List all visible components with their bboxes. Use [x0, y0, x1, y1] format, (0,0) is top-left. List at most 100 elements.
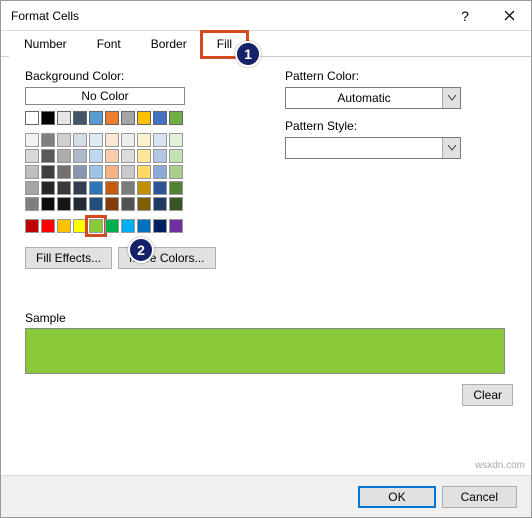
close-button[interactable]	[487, 1, 531, 31]
color-swatch[interactable]	[73, 111, 87, 125]
color-swatch[interactable]	[169, 197, 183, 211]
color-swatch[interactable]	[41, 197, 55, 211]
color-swatch[interactable]	[121, 149, 135, 163]
color-swatch[interactable]	[73, 181, 87, 195]
color-swatch[interactable]	[121, 181, 135, 195]
pattern-section: Pattern Color: Automatic Pattern Style:	[285, 69, 513, 269]
fill-panel: Background Color: No Color 2 Fill Effect…	[1, 57, 531, 269]
titlebar: Format Cells ?	[1, 1, 531, 31]
watermark: wsxdn.com	[475, 460, 525, 471]
color-swatch[interactable]	[121, 165, 135, 179]
color-swatch[interactable]	[105, 181, 119, 195]
color-swatch[interactable]	[105, 111, 119, 125]
chevron-down-icon	[442, 88, 460, 108]
color-swatch[interactable]	[25, 133, 39, 147]
color-swatch[interactable]	[169, 133, 183, 147]
color-swatch[interactable]	[57, 149, 71, 163]
color-swatch[interactable]	[89, 111, 103, 125]
badge-1: 1	[235, 41, 261, 67]
color-swatch[interactable]	[153, 219, 167, 233]
dialog-title: Format Cells	[11, 9, 443, 23]
pattern-style-dropdown[interactable]	[285, 137, 461, 159]
color-swatch[interactable]	[89, 165, 103, 179]
color-swatch[interactable]	[89, 181, 103, 195]
color-swatch[interactable]	[121, 197, 135, 211]
cancel-button[interactable]: Cancel	[442, 486, 517, 508]
color-swatch[interactable]	[153, 149, 167, 163]
color-swatch[interactable]	[169, 111, 183, 125]
color-swatch[interactable]	[153, 165, 167, 179]
color-swatch[interactable]	[25, 197, 39, 211]
color-swatch[interactable]	[105, 133, 119, 147]
color-swatch[interactable]	[105, 219, 119, 233]
color-swatch[interactable]	[153, 197, 167, 211]
color-swatch[interactable]	[169, 149, 183, 163]
color-swatch[interactable]	[73, 165, 87, 179]
color-swatch[interactable]	[89, 149, 103, 163]
color-swatch[interactable]	[137, 149, 151, 163]
color-swatch[interactable]	[153, 111, 167, 125]
color-swatch[interactable]	[153, 181, 167, 195]
sample-preview	[25, 328, 505, 374]
fill-effects-button[interactable]: Fill Effects...	[25, 247, 112, 269]
color-swatch[interactable]	[153, 133, 167, 147]
tab-border[interactable]: Border	[136, 32, 202, 57]
color-swatch[interactable]	[57, 181, 71, 195]
no-color-button[interactable]: No Color	[25, 87, 185, 105]
color-swatch[interactable]	[121, 111, 135, 125]
color-swatch[interactable]	[41, 165, 55, 179]
color-swatch[interactable]	[57, 197, 71, 211]
color-swatch[interactable]	[73, 133, 87, 147]
color-swatch[interactable]	[41, 133, 55, 147]
color-swatch[interactable]	[105, 197, 119, 211]
color-swatch[interactable]	[137, 197, 151, 211]
pattern-color-dropdown[interactable]: Automatic	[285, 87, 461, 109]
help-button[interactable]: ?	[443, 1, 487, 31]
sample-section: Sample	[1, 305, 531, 374]
format-cells-dialog: Format Cells ? Number Font Border Fill 1…	[0, 0, 532, 518]
sample-label: Sample	[25, 311, 513, 325]
color-swatch[interactable]	[25, 165, 39, 179]
chevron-down-icon	[442, 138, 460, 158]
color-swatch[interactable]	[121, 133, 135, 147]
color-swatch[interactable]	[25, 219, 39, 233]
color-swatch[interactable]	[169, 219, 183, 233]
color-swatch[interactable]	[169, 181, 183, 195]
color-swatch[interactable]	[137, 181, 151, 195]
color-swatch[interactable]	[41, 181, 55, 195]
color-swatch[interactable]	[105, 165, 119, 179]
color-swatch[interactable]	[89, 197, 103, 211]
color-swatch[interactable]	[25, 181, 39, 195]
color-swatch[interactable]	[57, 111, 71, 125]
pattern-style-label: Pattern Style:	[285, 119, 513, 133]
color-swatch[interactable]	[89, 219, 103, 233]
bgcolor-label: Background Color:	[25, 69, 255, 83]
color-swatch[interactable]	[73, 219, 87, 233]
ok-button[interactable]: OK	[358, 486, 435, 508]
color-swatch[interactable]	[41, 219, 55, 233]
color-swatch[interactable]	[41, 149, 55, 163]
color-swatch[interactable]	[25, 111, 39, 125]
color-swatch[interactable]	[57, 219, 71, 233]
color-swatch[interactable]	[169, 165, 183, 179]
color-swatch[interactable]	[121, 219, 135, 233]
tab-font[interactable]: Font	[82, 32, 136, 57]
color-swatch[interactable]	[137, 165, 151, 179]
dialog-footer: OK Cancel	[1, 475, 531, 517]
color-swatch[interactable]	[73, 149, 87, 163]
color-swatch[interactable]	[57, 133, 71, 147]
color-swatch[interactable]	[137, 111, 151, 125]
color-swatch[interactable]	[89, 133, 103, 147]
color-swatch[interactable]	[57, 165, 71, 179]
clear-button[interactable]: Clear	[462, 384, 513, 406]
pattern-color-label: Pattern Color:	[285, 69, 513, 83]
color-swatch[interactable]	[105, 149, 119, 163]
color-swatch[interactable]	[137, 219, 151, 233]
color-swatch[interactable]	[73, 197, 87, 211]
close-icon	[504, 10, 515, 21]
color-swatch[interactable]	[25, 149, 39, 163]
background-color-section: Background Color: No Color 2 Fill Effect…	[25, 69, 255, 269]
tab-number[interactable]: Number	[9, 32, 82, 57]
color-swatch[interactable]	[137, 133, 151, 147]
color-swatch[interactable]	[41, 111, 55, 125]
